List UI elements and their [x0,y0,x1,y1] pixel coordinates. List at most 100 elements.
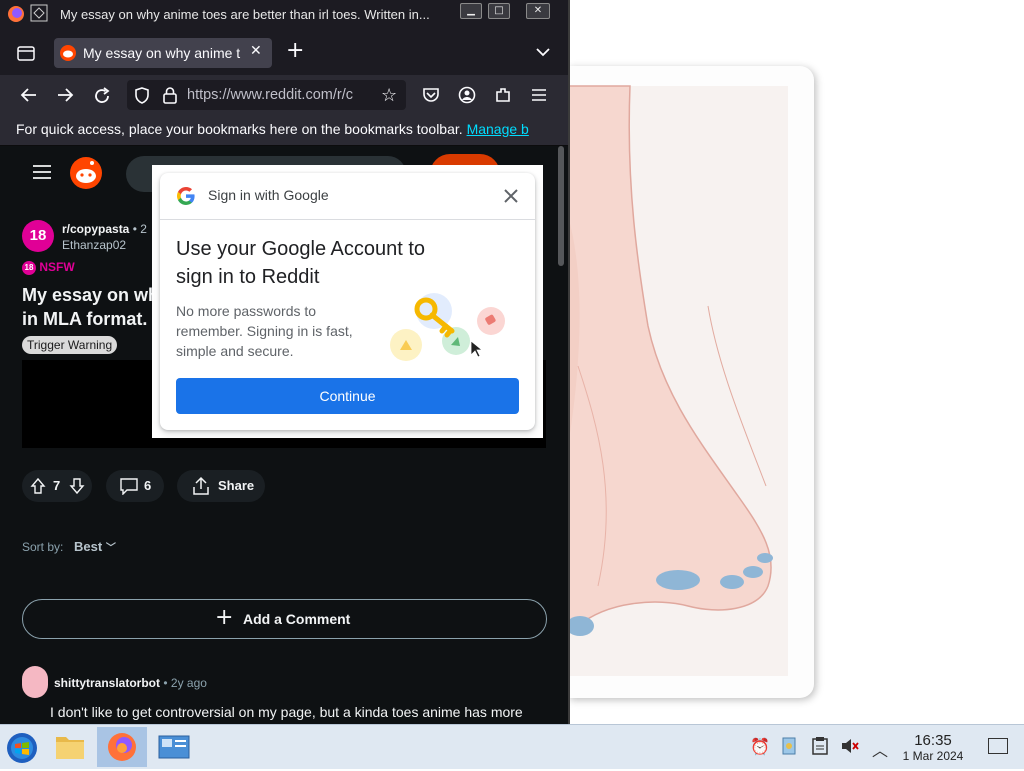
page-scrollbar[interactable] [558,146,564,266]
window-titlebar[interactable]: My essay on why anime toes are better th… [0,0,568,30]
close-icon[interactable] [503,188,519,204]
bookmark-star-icon[interactable]: ☆ [381,85,397,106]
notifications-icon[interactable]: ⏰ [750,737,770,756]
clock-time[interactable]: 16:35 [900,732,966,749]
share-label: Share [218,478,255,493]
comment-bubble-icon [120,478,138,495]
feet-illustration [568,85,788,676]
pocket-icon[interactable] [422,87,440,103]
flair-badge[interactable]: Trigger Warning [22,336,118,354]
address-bar[interactable]: https://www.reddit.com/r/c ☆ [127,80,406,110]
network-icon[interactable] [780,736,798,756]
clipboard-status-icon [812,737,828,755]
url-text[interactable]: https://www.reddit.com/r/c [187,87,379,103]
subreddit-avatar[interactable]: 18 [22,220,54,252]
plus-icon: + [215,605,234,630]
tab-close-icon[interactable]: ✕ [250,43,262,59]
image-viewer-taskbar-button[interactable] [151,727,195,767]
list-all-tabs-icon[interactable] [535,46,551,58]
reddit-favicon-icon [60,45,76,61]
comments-button[interactable]: 6 [106,470,164,502]
google-signin-subtext: No more passwords to remember. Signing i… [176,303,353,359]
file-manager-button[interactable] [48,727,92,767]
show-desktop-icon[interactable] [988,738,1008,754]
folder-icon [56,737,84,759]
post-author[interactable]: Ethanzap02 [62,238,126,252]
start-menu-icon [7,733,37,763]
comment-text: I don't like to get controversial on my … [50,704,523,720]
post-title-line2: in MLA format. [22,309,148,329]
comment-meta: shittytranslatorbot • 2y ago [54,676,207,690]
lock-icon[interactable] [163,87,177,104]
firefox-icon [108,733,136,761]
sort-label: Sort by: [22,540,64,554]
hamburger-menu-icon[interactable] [530,87,548,103]
google-signin-header: Sign in with Google [160,173,535,220]
post-title[interactable]: My essay on wh in MLA format. [22,283,159,331]
share-icon [193,476,209,495]
firefox-app-icon [8,6,24,22]
account-icon[interactable] [458,86,476,104]
sort-value: Best [74,539,103,554]
add-comment-button[interactable]: + Add a Comment [22,599,547,639]
google-logo-icon [177,187,195,205]
upvote-icon[interactable] [30,477,46,495]
anime-feet-image [568,66,814,698]
tracking-shield-icon[interactable] [134,87,150,104]
tab-label: My essay on why anime t [83,45,241,61]
share-button[interactable]: Share [177,470,265,502]
maximize-button[interactable]: □ [488,3,510,19]
extensions-icon[interactable] [494,86,512,104]
close-window-button[interactable]: ✕ [526,3,550,19]
chevron-down-icon: ﹀ [105,543,116,554]
bookmarks-toolbar: For quick access, place your bookmarks h… [0,115,568,146]
nsfw-badge: 18 NSFW [22,260,75,275]
tab-bar: My essay on why anime t ✕ + [0,30,568,75]
new-tab-icon[interactable]: + [286,40,304,62]
clock-date[interactable]: 1 Mar 2024 [895,749,971,763]
google-signin-title: Sign in with Google [208,187,329,203]
reddit-menu-icon[interactable] [32,164,52,180]
taskbar: ⏰ ︿ 16:35 1 Mar 2024 [0,724,1024,769]
nsfw-label: NSFW [39,260,75,274]
show-hidden-icons-icon[interactable]: ︿ [872,737,888,761]
minimize-button[interactable]: ▁ [460,3,482,19]
image-viewer-icon [158,735,190,759]
vote-control: 7 [22,470,92,502]
tab-overview-icon[interactable] [16,44,36,62]
commenter-avatar[interactable] [22,666,48,698]
post-title-line1: My essay on wh [22,285,160,305]
window-title: My essay on why anime toes are better th… [60,7,430,22]
forward-arrow-icon[interactable] [56,87,74,103]
add-comment-label: Add a Comment [243,611,351,627]
bookmarks-hint-text: For quick access, place your bookmarks h… [16,121,463,137]
comment-count: 6 [144,478,152,493]
window-menu-icon[interactable] [30,4,48,22]
clipboard-icon[interactable] [812,737,828,755]
speaker-muted-icon [842,739,859,753]
bookmarks-hint: For quick access, place your bookmarks h… [16,121,529,137]
google-signin-popup: Sign in with Google Use your Google Acco… [152,165,543,438]
post-meta: r/copypasta • 2 [62,222,147,236]
back-arrow-icon[interactable] [20,87,38,103]
start-button[interactable] [0,727,44,767]
reddit-logo-icon[interactable] [69,156,103,190]
volume-muted-icon[interactable] [840,737,860,755]
vote-count: 7 [53,478,61,493]
tab-reddit-post[interactable]: My essay on why anime t ✕ [54,38,272,68]
network-status-icon [782,737,796,755]
firefox-taskbar-button[interactable] [97,727,147,767]
continue-button[interactable]: Continue [176,378,519,414]
nsfw-icon: 18 [22,260,36,275]
google-signin-card: Sign in with Google Use your Google Acco… [160,173,535,430]
navigation-toolbar: https://www.reddit.com/r/c ☆ [0,75,568,115]
comment-author[interactable]: shittytranslatorbot [54,676,160,690]
image-viewer-window [568,0,1024,724]
reload-icon[interactable] [93,87,111,105]
sort-dropdown[interactable]: Best ﹀ [74,539,116,554]
subreddit-link[interactable]: r/copypasta [62,222,129,236]
post-age: • 2 [132,222,147,236]
downvote-icon[interactable] [69,477,85,495]
manage-bookmarks-link[interactable]: Manage b [467,121,529,137]
key-illustration-icon [390,293,505,361]
